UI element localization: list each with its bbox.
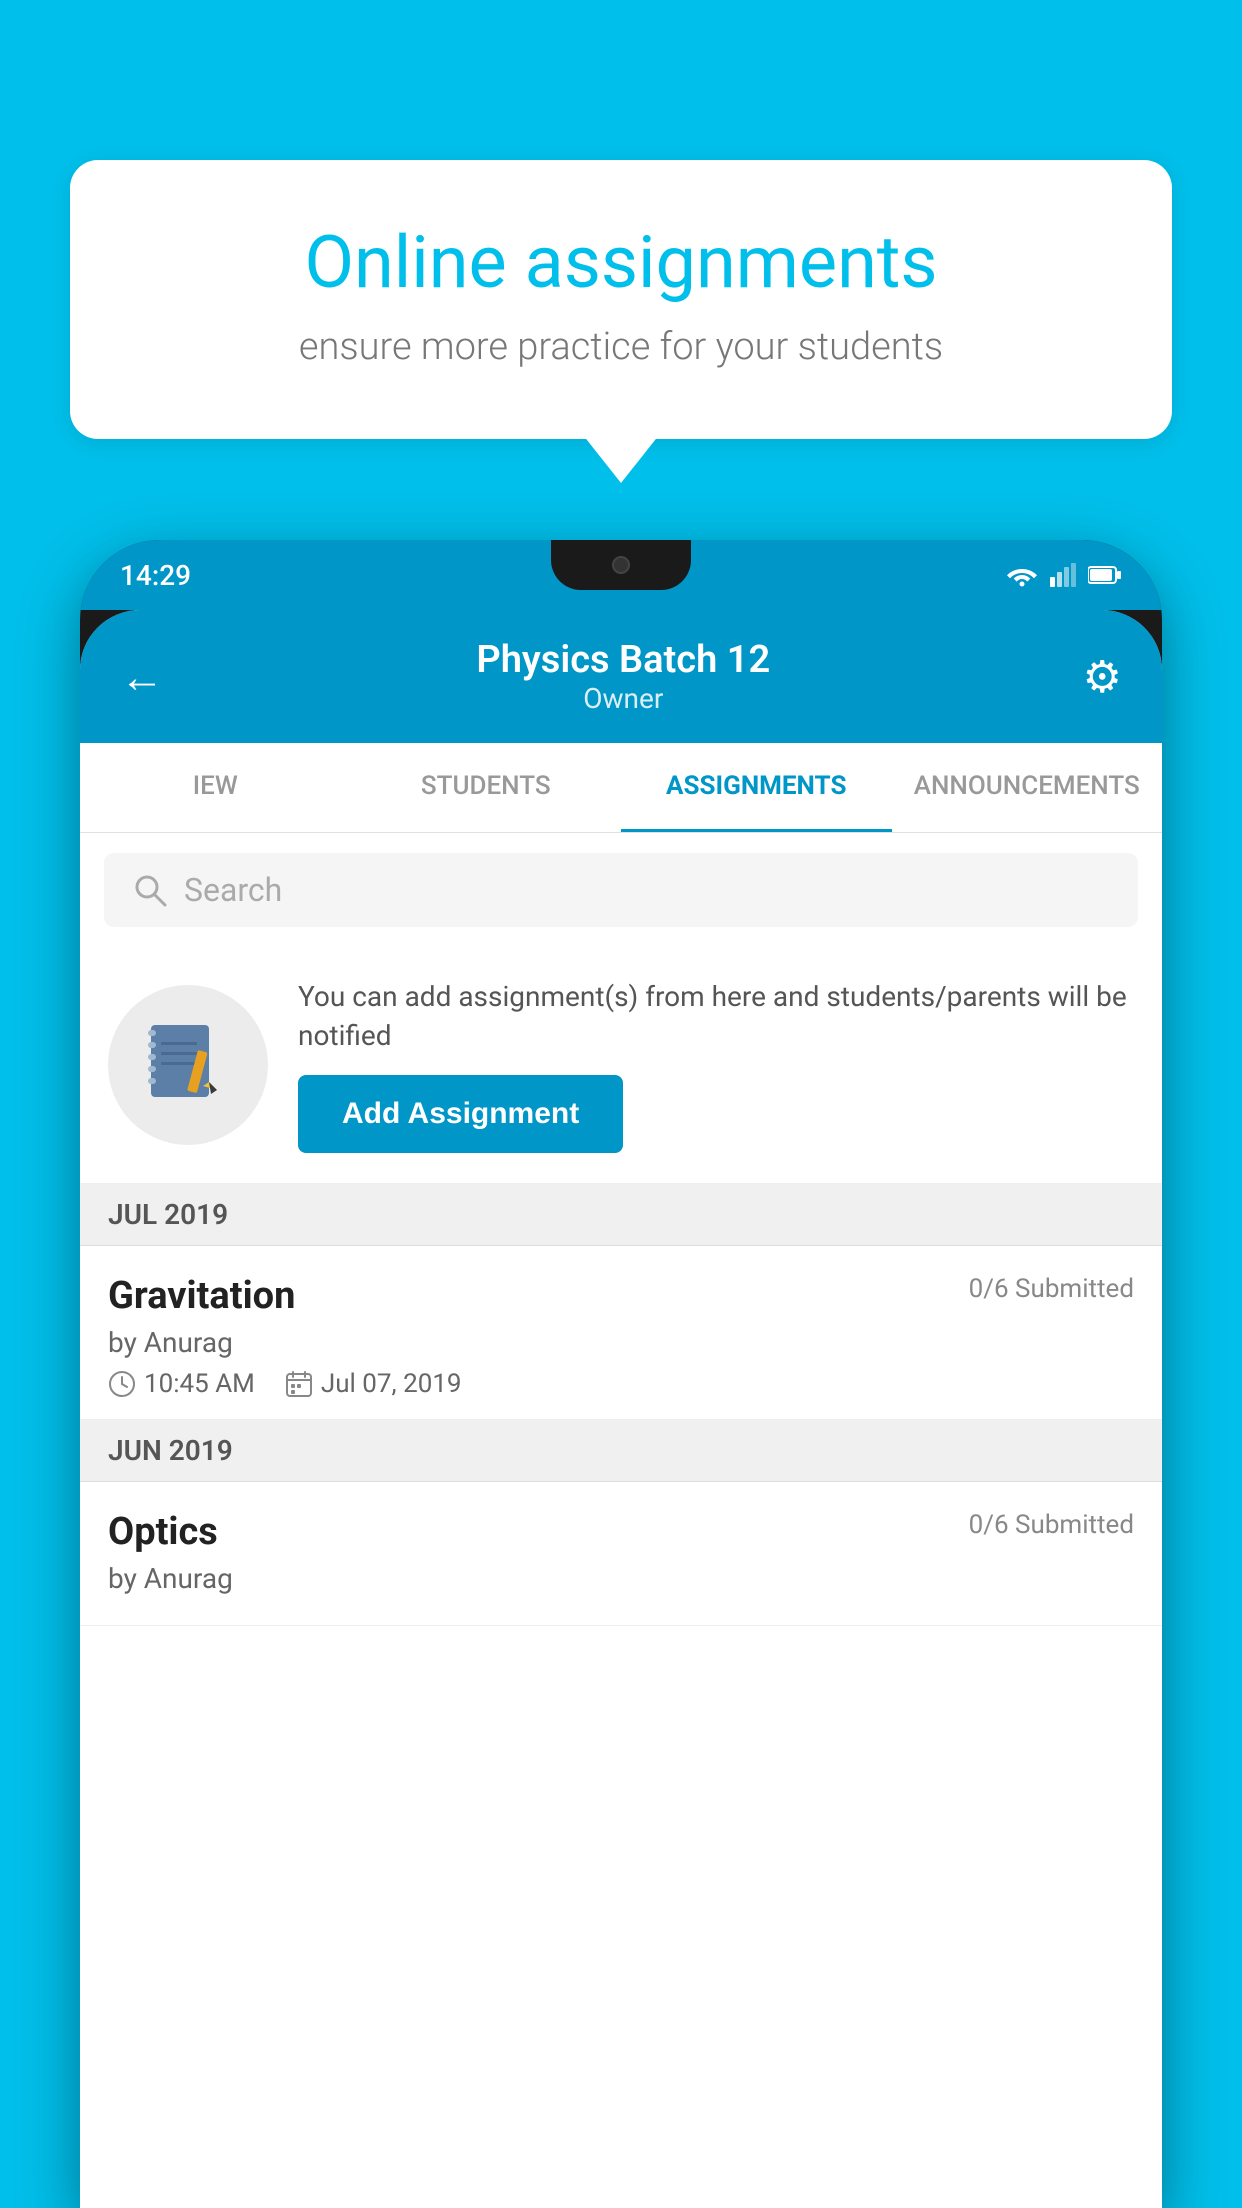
notch: [551, 540, 691, 590]
tab-assignments[interactable]: ASSIGNMENTS: [621, 743, 892, 832]
promo-text-area: You can add assignment(s) from here and …: [298, 977, 1134, 1153]
section-header-jun: JUN 2019: [80, 1420, 1162, 1482]
calendar-icon: [285, 1370, 313, 1398]
settings-button[interactable]: ⚙: [1083, 651, 1122, 703]
search-box[interactable]: Search: [104, 853, 1138, 927]
assignment-top-optics: Optics 0/6 Submitted: [108, 1510, 1134, 1554]
assignment-by-optics: by Anurag: [108, 1562, 1134, 1595]
assignment-title-optics: Optics: [108, 1510, 218, 1554]
search-icon: [132, 872, 168, 908]
tab-announcements[interactable]: ANNOUNCEMENTS: [892, 743, 1163, 832]
assignment-by-gravitation: by Anurag: [108, 1326, 1134, 1359]
assignment-time-value: 10:45 AM: [144, 1369, 255, 1399]
camera: [612, 556, 630, 574]
assignment-title-gravitation: Gravitation: [108, 1274, 295, 1318]
status-bar: 14:29: [80, 540, 1162, 610]
assignment-status-optics: 0/6 Submitted: [969, 1510, 1134, 1540]
section-header-jul: JUL 2019: [80, 1184, 1162, 1246]
assignment-item-gravitation[interactable]: Gravitation 0/6 Submitted by Anurag 10:4…: [80, 1246, 1162, 1420]
assignment-top: Gravitation 0/6 Submitted: [108, 1274, 1134, 1318]
battery-icon: [1088, 565, 1122, 585]
assignment-time: 10:45 AM: [108, 1369, 255, 1399]
status-icons: [1006, 563, 1122, 587]
back-button[interactable]: ←: [120, 651, 164, 703]
add-assignment-promo: You can add assignment(s) from here and …: [80, 947, 1162, 1184]
search-container: Search: [80, 833, 1162, 947]
promo-description: You can add assignment(s) from here and …: [298, 977, 1134, 1055]
notebook-icon: [143, 1020, 233, 1110]
add-assignment-button[interactable]: Add Assignment: [298, 1075, 623, 1153]
status-time: 14:29: [120, 559, 191, 592]
tab-iew[interactable]: IEW: [80, 743, 351, 832]
assignment-meta-gravitation: 10:45 AM Jul 07, 2019: [108, 1369, 1134, 1399]
tabs: IEW STUDENTS ASSIGNMENTS ANNOUNCEMENTS: [80, 743, 1162, 833]
speech-bubble-title: Online assignments: [140, 220, 1102, 305]
assignment-status-gravitation: 0/6 Submitted: [969, 1274, 1134, 1304]
tab-students[interactable]: STUDENTS: [351, 743, 622, 832]
phone-frame: 14:29: [80, 540, 1162, 2208]
speech-bubble-subtitle: ensure more practice for your students: [140, 325, 1102, 369]
assignment-date-value: Jul 07, 2019: [321, 1369, 462, 1399]
speech-bubble: Online assignments ensure more practice …: [70, 160, 1172, 439]
promo-icon: [108, 985, 268, 1145]
header-subtitle: Owner: [476, 682, 770, 715]
signal-icon: [1050, 563, 1076, 587]
speech-bubble-container: Online assignments ensure more practice …: [70, 160, 1172, 439]
app-content: ← Physics Batch 12 Owner ⚙ IEW STUDENTS …: [80, 610, 1162, 2208]
wifi-icon: [1006, 563, 1038, 587]
assignment-item-optics[interactable]: Optics 0/6 Submitted by Anurag: [80, 1482, 1162, 1626]
search-input[interactable]: Search: [184, 871, 282, 909]
header-title: Physics Batch 12: [476, 638, 770, 682]
header-title-area: Physics Batch 12 Owner: [476, 638, 770, 715]
assignment-date: Jul 07, 2019: [285, 1369, 462, 1399]
app-header: ← Physics Batch 12 Owner ⚙: [80, 610, 1162, 743]
clock-icon: [108, 1370, 136, 1398]
